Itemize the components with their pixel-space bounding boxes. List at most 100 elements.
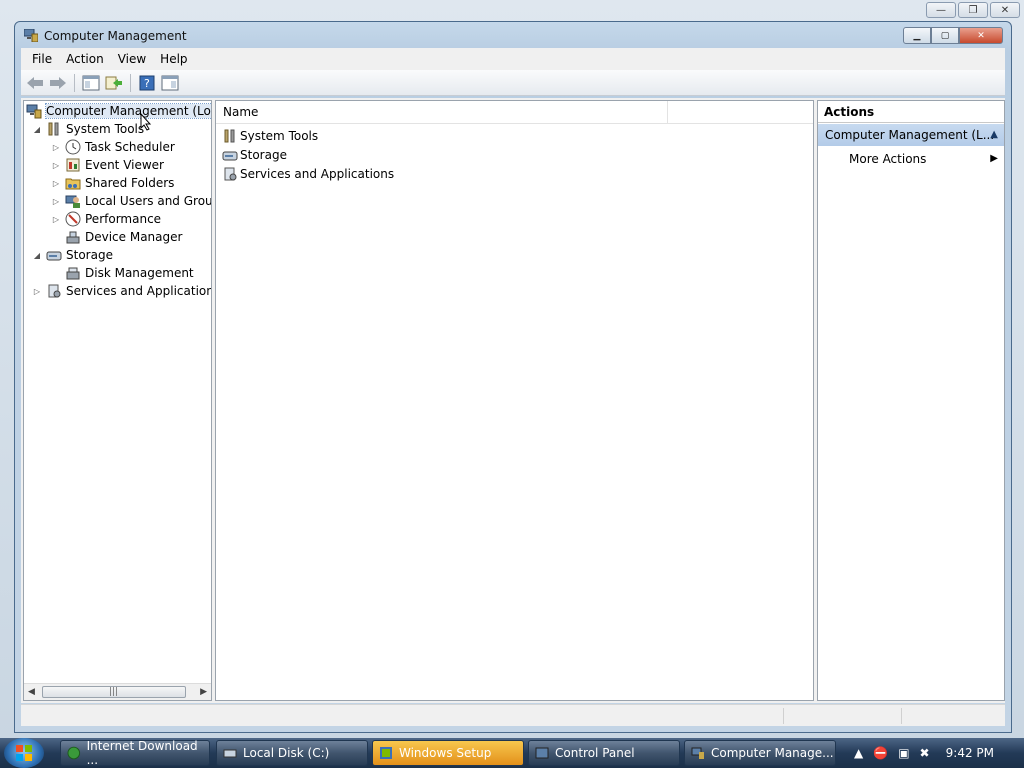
- bg-close-button[interactable]: ✕: [990, 2, 1020, 18]
- tree-item-disk-management[interactable]: Disk Management: [51, 264, 194, 282]
- console-tree: Computer Management (Local ◢ System Tool…: [23, 100, 212, 701]
- tree-root-computer-management[interactable]: Computer Management (Local: [26, 102, 211, 120]
- menu-bar: File Action View Help: [21, 48, 1005, 70]
- device-manager-icon: [66, 231, 80, 244]
- close-button[interactable]: ✕: [959, 27, 1003, 44]
- performance-icon: [65, 211, 81, 227]
- actions-section-computer-management[interactable]: Computer Management (L... ▲: [818, 124, 1004, 146]
- collapse-caret-icon[interactable]: ▲: [990, 129, 998, 140]
- taskbar: Internet Download ... Local Disk (C:) Wi…: [0, 738, 1024, 768]
- tree-item-system-tools[interactable]: ◢ System Tools: [32, 120, 144, 138]
- minimize-button[interactable]: ▁: [903, 27, 931, 44]
- taskbar-item-local-disk[interactable]: Local Disk (C:): [216, 740, 368, 766]
- window-controls: ▁ ▢ ✕: [903, 27, 1003, 44]
- menu-file[interactable]: File: [25, 52, 59, 66]
- taskbar-item-windows-setup[interactable]: Windows Setup: [372, 740, 524, 766]
- computer-management-window: Computer Management ▁ ▢ ✕ File Action Vi…: [14, 21, 1012, 733]
- services-icon: [48, 284, 61, 298]
- back-button[interactable]: [25, 73, 45, 93]
- tree-item-performance[interactable]: ▷ Performance: [51, 210, 161, 228]
- menu-action[interactable]: Action: [59, 52, 111, 66]
- windows-logo-icon: [16, 745, 32, 761]
- toolbar-separator: [74, 73, 75, 92]
- bg-minimize-button[interactable]: —: [926, 2, 956, 18]
- taskbar-clock[interactable]: 9:42 PM: [946, 746, 994, 760]
- maximize-button[interactable]: ▢: [931, 27, 959, 44]
- menu-view[interactable]: View: [111, 52, 153, 66]
- expand-arrow-icon[interactable]: ▷: [51, 215, 61, 224]
- tree-item-local-users-and-groups[interactable]: ▷ Local Users and Groups: [51, 192, 211, 210]
- submenu-arrow-icon: ▶: [990, 153, 998, 164]
- tree-item-shared-folders[interactable]: ▷ Shared Folders: [51, 174, 174, 192]
- control-panel-icon: [535, 747, 549, 759]
- toolbar-separator: [130, 73, 131, 92]
- help-icon: ?: [139, 75, 155, 90]
- system-tray: ▲ ⛔ ▣ ✖: [844, 738, 1024, 768]
- tree-item-storage[interactable]: ◢ Storage: [32, 246, 113, 264]
- event-viewer-icon: [66, 158, 80, 172]
- background-window-controls: — ❐ ✕: [926, 2, 1020, 18]
- show-hidden-icons-arrow-icon[interactable]: ▲: [854, 746, 863, 760]
- show-hide-action-pane-button[interactable]: [160, 73, 180, 93]
- collapse-arrow-icon[interactable]: ◢: [32, 125, 42, 134]
- taskbar-item-computer-management[interactable]: Computer Manage...: [684, 740, 836, 766]
- forward-arrow-icon: [50, 76, 66, 89]
- back-arrow-icon: [27, 76, 43, 89]
- expand-arrow-icon[interactable]: ▷: [32, 287, 42, 296]
- taskbar-item-control-panel[interactable]: Control Panel: [528, 740, 680, 766]
- status-bar-divider: [901, 708, 902, 724]
- computer-management-icon: [26, 104, 42, 119]
- setup-icon: [380, 747, 392, 759]
- bg-restore-button[interactable]: ❐: [958, 2, 988, 18]
- tree-item-services-and-applications[interactable]: ▷ Services and Applications: [32, 282, 211, 300]
- status-bar-divider: [783, 708, 784, 724]
- users-icon: [65, 195, 80, 208]
- export-list-button[interactable]: [104, 73, 124, 93]
- expand-arrow-icon[interactable]: ▷: [51, 161, 61, 170]
- tree-root-label: Computer Management (Local: [44, 103, 211, 119]
- list-item-storage[interactable]: Storage: [222, 145, 287, 164]
- grip-icon: |||: [109, 687, 119, 697]
- network-error-icon[interactable]: ⛔: [873, 746, 888, 760]
- title-bar[interactable]: Computer Management ▁ ▢ ✕: [15, 22, 1011, 48]
- action-pane-icon: [161, 75, 179, 90]
- expand-arrow-icon[interactable]: ▷: [51, 179, 61, 188]
- collapse-arrow-icon[interactable]: ◢: [32, 251, 42, 260]
- tree-item-task-scheduler[interactable]: ▷ Task Scheduler: [51, 138, 175, 156]
- expand-arrow-icon[interactable]: ▷: [51, 143, 61, 152]
- scroll-left-arrow-icon[interactable]: ◀: [28, 687, 35, 697]
- show-hide-console-tree-button[interactable]: [81, 73, 101, 93]
- window-title: Computer Management: [44, 29, 187, 43]
- scrollbar-thumb[interactable]: |||: [42, 686, 186, 698]
- taskbar-item-internet-download[interactable]: Internet Download ...: [60, 739, 210, 767]
- list-header: Name: [216, 101, 813, 124]
- storage-icon: [46, 251, 62, 261]
- volume-muted-icon[interactable]: ✖: [920, 746, 930, 760]
- column-header-empty[interactable]: [668, 101, 814, 123]
- console-tree-icon: [82, 75, 100, 90]
- more-actions-item[interactable]: More Actions ▶: [818, 148, 1004, 170]
- content-area: Computer Management (Local ◢ System Tool…: [21, 98, 1005, 703]
- system-tools-icon: [48, 122, 59, 136]
- list-item-system-tools[interactable]: System Tools: [222, 126, 318, 145]
- forward-button[interactable]: [48, 73, 68, 93]
- menu-help[interactable]: Help: [153, 52, 194, 66]
- status-bar: [21, 704, 1005, 726]
- toolbar: ?: [21, 70, 1005, 96]
- network-icon[interactable]: ▣: [898, 746, 909, 760]
- tree-item-event-viewer[interactable]: ▷ Event Viewer: [51, 156, 164, 174]
- start-button[interactable]: [4, 738, 44, 768]
- shared-folder-icon: [65, 178, 81, 190]
- export-list-icon: [105, 76, 122, 89]
- help-button[interactable]: ?: [137, 73, 157, 93]
- services-icon: [224, 167, 237, 180]
- list-item-services-and-applications[interactable]: Services and Applications: [222, 164, 394, 183]
- actions-pane: Actions Computer Management (L... ▲ More…: [817, 100, 1005, 701]
- scroll-right-arrow-icon[interactable]: ▶: [200, 687, 207, 697]
- tree-horizontal-scrollbar[interactable]: ◀ ||| ▶: [24, 683, 211, 700]
- computer-management-icon: [24, 29, 38, 42]
- tree-item-device-manager[interactable]: Device Manager: [51, 228, 182, 246]
- expand-arrow-icon[interactable]: ▷: [51, 197, 61, 206]
- globe-icon: [67, 746, 81, 760]
- column-header-name[interactable]: Name: [216, 101, 668, 123]
